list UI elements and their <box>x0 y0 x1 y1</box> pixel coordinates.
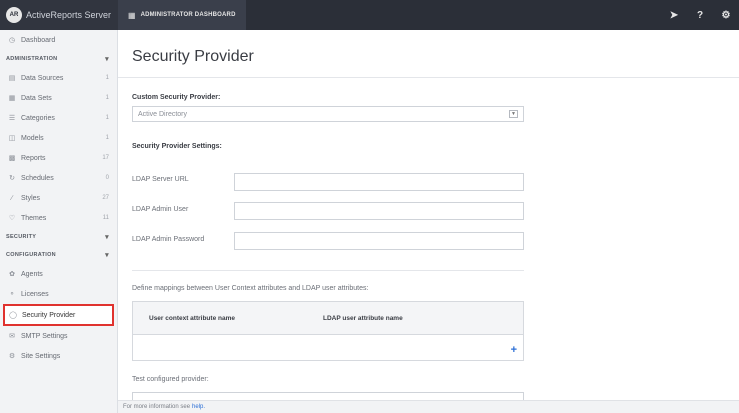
count-badge: 1 <box>105 95 109 101</box>
brand-title: ActiveReports Server <box>26 10 112 20</box>
add-mapping-icon[interactable]: + <box>511 345 517 356</box>
attribute-mapping-table: User context attribute name LDAP user at… <box>132 301 524 361</box>
count-badge: 11 <box>102 215 109 221</box>
settings-icon[interactable]: ⚙ <box>713 0 739 30</box>
sidebar-item-data-sets[interactable]: ▦ Data Sets 1 <box>0 88 117 108</box>
section-administration[interactable]: ADMINISTRATION ▾ <box>0 50 117 68</box>
ldap-admin-user-input[interactable] <box>234 202 524 220</box>
sidebar-item-schedules[interactable]: ↻ Schedules 0 <box>0 168 117 188</box>
sidebar-item-models[interactable]: ◫ Models 1 <box>0 128 117 148</box>
chevron-down-icon: ▾ <box>105 234 109 241</box>
table-header: User context attribute name LDAP user at… <box>133 302 523 335</box>
select-value: Active Directory <box>138 110 188 118</box>
help-icon[interactable]: ? <box>687 0 713 30</box>
divider <box>132 270 524 271</box>
chevron-down-icon: ▾ <box>105 56 109 63</box>
ldap-admin-password-input[interactable] <box>234 232 524 250</box>
sidebar-item-themes[interactable]: ♡ Themes 11 <box>0 208 117 228</box>
help-link[interactable]: help. <box>192 404 205 410</box>
sidebar-item-licenses[interactable]: ⚬ Licenses <box>0 284 117 304</box>
brand[interactable]: AR ActiveReports Server <box>0 0 118 30</box>
schedules-icon: ↻ <box>9 175 15 182</box>
sidebar-item-smtp-settings[interactable]: ✉ SMTP Settings <box>0 326 117 346</box>
column-user-context-attribute: User context attribute name <box>149 314 235 322</box>
sidebar-item-reports[interactable]: ▩ Reports 17 <box>0 148 117 168</box>
section-configuration[interactable]: CONFIGURATION ▾ <box>0 246 117 264</box>
data-sets-icon: ▦ <box>8 95 16 102</box>
chevron-down-icon: ▾ <box>105 252 109 259</box>
licenses-icon: ⚬ <box>9 291 15 298</box>
settings-label: Security Provider Settings: <box>132 143 222 150</box>
logout-icon[interactable]: ➤ <box>661 0 687 30</box>
section-security[interactable]: SECURITY ▾ <box>0 228 117 246</box>
ldap-server-url-input[interactable] <box>234 173 524 191</box>
sidebar-item-security-provider[interactable]: ◯ Security Provider <box>3 304 114 326</box>
ldap-admin-password-label: LDAP Admin Password <box>132 236 205 243</box>
main-content: Security Provider Custom Security Provid… <box>118 30 739 400</box>
count-badge: 27 <box>102 195 109 201</box>
sidebar-item-agents[interactable]: ✿ Agents <box>0 264 117 284</box>
sidebar-item-dashboard[interactable]: ◷ Dashboard <box>0 30 117 50</box>
shield-icon: ◯ <box>9 312 17 319</box>
data-sources-icon: ▤ <box>8 75 16 82</box>
mapping-description: Define mappings between User Context att… <box>132 285 369 292</box>
count-badge: 1 <box>105 75 109 81</box>
sidebar: ◷ Dashboard ADMINISTRATION ▾ ▤ Data Sour… <box>0 30 118 413</box>
categories-icon: ☰ <box>8 115 16 122</box>
page-title: Security Provider <box>132 48 254 65</box>
count-badge: 0 <box>105 175 109 181</box>
activereports-logo-icon: AR <box>6 7 22 23</box>
styles-icon: ∕ <box>11 194 13 202</box>
column-ldap-user-attribute: LDAP user attribute name <box>323 314 403 322</box>
chevron-down-icon: ▼ <box>509 110 518 118</box>
reports-icon: ▩ <box>8 155 16 162</box>
test-provider-label: Test configured provider: <box>132 376 209 383</box>
ldap-server-url-label: LDAP Server URL <box>132 176 189 183</box>
topbar-actions: ➤ ? ⚙ <box>661 0 739 30</box>
agents-icon: ✿ <box>9 271 15 278</box>
footer: For more information see help. <box>118 400 739 413</box>
site-settings-icon: ⚙ <box>8 353 16 360</box>
count-badge: 17 <box>102 155 109 161</box>
themes-icon: ♡ <box>8 215 16 222</box>
footer-text: For more information see <box>123 404 191 410</box>
test-provider-section <box>132 392 524 400</box>
sidebar-item-data-sources[interactable]: ▤ Data Sources 1 <box>0 68 117 88</box>
dashboard-icon: ◷ <box>8 37 16 44</box>
top-bar: AR ActiveReports Server ▦ ADMINISTRATOR … <box>0 0 739 30</box>
ldap-admin-user-label: LDAP Admin User <box>132 206 189 213</box>
smtp-icon: ✉ <box>9 333 15 340</box>
models-icon: ◫ <box>8 135 16 142</box>
count-badge: 1 <box>105 115 109 121</box>
custom-provider-select[interactable]: Active Directory ▼ <box>132 106 524 122</box>
sidebar-item-categories[interactable]: ☰ Categories 1 <box>0 108 117 128</box>
dashboard-icon: ▦ <box>128 10 136 20</box>
count-badge: 1 <box>105 135 109 141</box>
tab-label: ADMINISTRATOR DASHBOARD <box>140 12 236 18</box>
tab-administrator-dashboard[interactable]: ▦ ADMINISTRATOR DASHBOARD <box>118 0 246 30</box>
sidebar-item-styles[interactable]: ∕ Styles 27 <box>0 188 117 208</box>
divider <box>118 77 739 78</box>
custom-provider-label: Custom Security Provider: <box>132 94 221 101</box>
sidebar-item-site-settings[interactable]: ⚙ Site Settings <box>0 346 117 366</box>
